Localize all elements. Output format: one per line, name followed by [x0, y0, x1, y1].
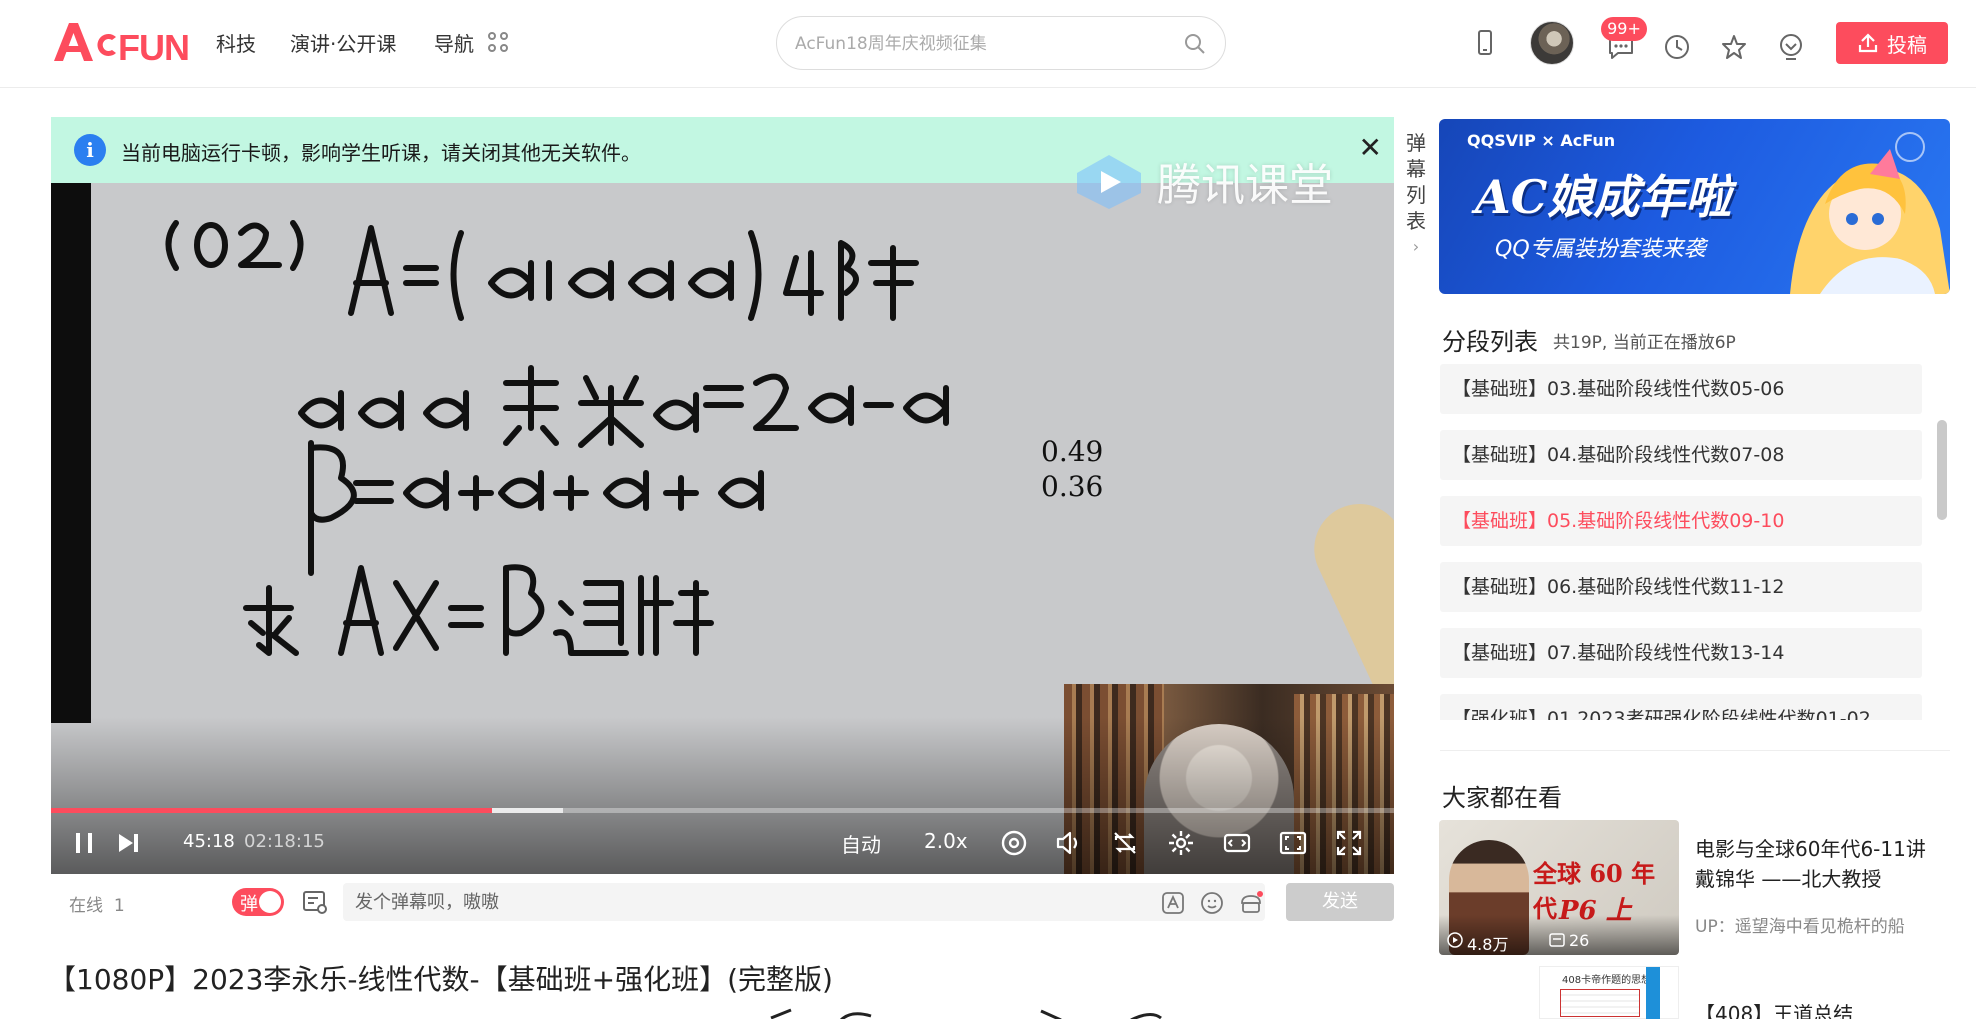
recommend-thumbnail[interactable]: 408卡帝作题的思想 [1539, 966, 1679, 1019]
progress-played [51, 808, 492, 813]
danmaku-list-tab[interactable]: 弹 幕 列 表 › [1398, 130, 1434, 260]
text-style-icon[interactable] [1161, 891, 1185, 915]
recommend-uploader[interactable]: UP：遥望海中看见桅杆的船 [1695, 912, 1905, 937]
anime-girl-illustration [1790, 132, 1950, 294]
info-icon: i [74, 134, 106, 166]
message-badge: 99+ [1601, 17, 1647, 41]
nav-keji[interactable]: 科技 [216, 28, 256, 57]
online-number: 1 [113, 896, 125, 916]
next-icon[interactable] [113, 828, 143, 858]
episode-list: 【基础班】03.基础阶段线性代数05-06 【基础班】04.基础阶段线性代数07-… [1440, 364, 1922, 720]
nav-lectures[interactable]: 演讲·公开课 [290, 28, 396, 57]
episode-item[interactable]: 【强化班】01.2023考研强化阶段线性代数01-02 [1440, 694, 1922, 720]
video-title: 【1080P】2023李永乐-线性代数-【基础班+强化班】(完整版) [48, 963, 833, 996]
episode-item[interactable]: 【基础班】06.基础阶段线性代数11-12 [1440, 562, 1922, 612]
search-box [776, 16, 1226, 70]
episode-item[interactable]: 【基础班】04.基础阶段线性代数07-08 [1440, 430, 1922, 480]
close-icon[interactable]: ✕ [1359, 131, 1382, 164]
danmaku-tab-char: 幕 [1406, 157, 1426, 181]
recommend-card[interactable]: 408卡帝作题的思想 【408】王道总结 [1439, 966, 1950, 1019]
danmaku-tab-char: 表 [1406, 209, 1426, 233]
board-note-1: 0.49 [1041, 435, 1104, 468]
speed-button[interactable]: 2.0x [924, 829, 968, 853]
search-icon[interactable] [1183, 32, 1207, 56]
whiteboard-handwriting [165, 220, 949, 656]
danmaku-count-icon [1549, 933, 1565, 947]
episode-list-title: 分段列表 [1442, 328, 1538, 356]
avatar[interactable] [1530, 21, 1574, 65]
wide-screen-icon[interactable] [1222, 828, 1252, 858]
current-time: 45:18 [183, 831, 235, 852]
board-note-2: 0.36 [1041, 470, 1104, 503]
danmaku-input[interactable] [355, 889, 955, 915]
danmaku-tab-char: 弹 [1406, 131, 1426, 155]
scrollbar-thumb[interactable] [1937, 420, 1947, 520]
thumbnail-stats: 4.8万 26 [1439, 915, 1679, 955]
episode-item[interactable]: 【基础班】03.基础阶段线性代数05-06 [1440, 364, 1922, 414]
emoji-icon[interactable] [1200, 891, 1224, 915]
episode-scrollbar[interactable] [1937, 420, 1947, 520]
danmaku-toggle-label: 弹 [240, 894, 258, 915]
play-count-icon [1447, 932, 1463, 948]
progress-bar[interactable] [51, 808, 1394, 813]
promo-banner[interactable]: QQSVIP × AcFun AC娘成年啦 QQ专属装扮套装来袭 [1439, 119, 1950, 294]
download-icon[interactable] [1776, 32, 1806, 62]
upload-label: 投稿 [1887, 32, 1927, 57]
recommend-card[interactable]: 全球 60 年代 P6 上 4.8万 26 电影与全球60年代6-11讲 戴锦华… [1439, 820, 1950, 955]
nav-navigation[interactable]: 导航 [434, 28, 474, 57]
play-logo-icon [1077, 155, 1141, 209]
video-player[interactable]: 0.49 0.36 i 当前电脑运行卡顿，影响学生听课，请关闭其他无关软件。 ✕… [51, 117, 1394, 874]
danmaku-toggle[interactable]: 弹 [232, 888, 284, 916]
episode-list-meta: 共19P, 当前正在播放6P [1553, 333, 1736, 353]
tencent-classroom-watermark: 腾讯课堂 [1071, 149, 1333, 213]
send-danmaku-button[interactable]: 发送 [1286, 883, 1394, 921]
online-label: 在线 [69, 896, 103, 916]
banner-main-text: AC娘成年啦 [1475, 170, 1732, 224]
total-time: 02:18:15 [244, 831, 325, 852]
acfun-logo[interactable]: FUN [52, 18, 194, 64]
chevron-right-icon[interactable]: › [1398, 234, 1434, 260]
search-input[interactable] [795, 30, 1165, 58]
banner-sub-text: QQ专属装扮套装来袭 [1495, 237, 1706, 262]
online-count: 在线 1 [69, 891, 125, 916]
thumbnail-title: 408卡帝作题的思想 [1562, 975, 1652, 986]
svg-text:FUN: FUN [118, 27, 189, 63]
volume-icon[interactable] [1054, 828, 1084, 858]
view-count: 4.8万 [1467, 935, 1509, 954]
history-icon[interactable] [1662, 32, 1692, 62]
recommend-video-title[interactable]: 【408】王道总结 [1695, 998, 1853, 1019]
top-header: FUN 科技 演讲·公开课 导航 99+ [0, 0, 1976, 88]
settings-icon[interactable] [1166, 828, 1196, 858]
recommend-thumbnail[interactable]: 全球 60 年代 P6 上 4.8万 26 [1439, 820, 1679, 955]
gift-icon[interactable] [1239, 891, 1263, 915]
quality-button[interactable]: 自动 [841, 829, 881, 858]
recommend-video-title[interactable]: 电影与全球60年代6-11讲 戴锦华 ——北大教授 [1695, 834, 1945, 894]
web-fullscreen-icon[interactable] [1278, 828, 1308, 858]
banner-top-text: QQSVIP × AcFun [1467, 131, 1616, 150]
upload-button[interactable]: 投稿 [1836, 22, 1948, 64]
fullscreen-icon[interactable] [1334, 828, 1364, 858]
toggle-knob [259, 891, 281, 913]
danmaku-style-icon[interactable] [999, 828, 1029, 858]
pause-icon[interactable] [69, 828, 99, 858]
danmaku-tab-char: 列 [1406, 183, 1426, 207]
loop-off-icon[interactable] [1110, 828, 1140, 858]
divider [1440, 750, 1950, 751]
partial-content-strip [51, 1006, 1394, 1019]
watermark-text: 腾讯课堂 [1157, 160, 1333, 211]
recommend-title: 大家都在看 [1442, 784, 1562, 812]
danmaku-settings-icon[interactable] [301, 888, 329, 916]
danmaku-count: 26 [1569, 931, 1590, 950]
grid-icon[interactable] [488, 32, 510, 54]
episode-item[interactable]: 【基础班】07.基础阶段线性代数13-14 [1440, 628, 1922, 678]
video-frame[interactable]: 0.49 0.36 i 当前电脑运行卡顿，影响学生听课，请关闭其他无关软件。 ✕… [51, 117, 1394, 874]
danmaku-input-box [343, 883, 1265, 921]
notice-text: 当前电脑运行卡顿，影响学生听课，请关闭其他无关软件。 [121, 141, 641, 165]
episode-item[interactable]: 【基础班】05.基础阶段线性代数09-10 [1440, 496, 1922, 546]
danmaku-bar: 在线 1 弹 发送 [51, 880, 1394, 924]
favorite-icon[interactable] [1719, 32, 1749, 62]
upload-icon [1858, 33, 1878, 53]
mobile-icon[interactable] [1470, 28, 1500, 58]
